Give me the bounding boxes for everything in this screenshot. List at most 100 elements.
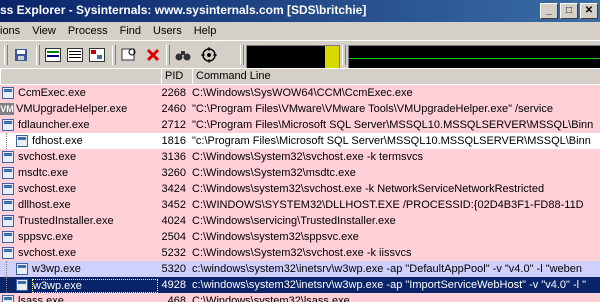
process-icon	[16, 135, 28, 147]
process-icon	[2, 183, 14, 195]
window-title: ss Explorer - Sysinternals: www.sysinter…	[0, 3, 367, 17]
process-command-line: "C:\Program Files\VMware\VMware Tools\VM…	[192, 103, 553, 115]
process-pid: 2712	[161, 119, 186, 131]
process-row[interactable]: w3wp.exe 5320 c:\windows\system32\inetsrv\…	[0, 261, 600, 277]
process-row[interactable]: lsass.exe 468 C:\Windows\system32\lsass.ex…	[0, 293, 600, 302]
toolbar	[0, 40, 600, 70]
find-window-icon[interactable]	[120, 46, 138, 64]
toolbar-grip	[4, 45, 8, 65]
tree-icon[interactable]	[88, 46, 106, 64]
process-icon	[2, 199, 14, 211]
process-command-line: C:\Windows\system32\lsass.exe	[192, 295, 350, 302]
process-row[interactable]: fdlauncher.exe 2712 "C:\Program Files\Micr…	[0, 117, 600, 133]
process-name: svchost.exe	[18, 247, 77, 259]
toolbar-separator	[240, 45, 244, 65]
process-icon	[2, 167, 14, 179]
toolbar-separator	[342, 45, 346, 65]
target-icon[interactable]	[200, 46, 218, 64]
process-name: fdhost.exe	[32, 135, 83, 147]
process-row[interactable]: sppsvc.exe 2504 C:\Windows\system32\sppsvc…	[0, 229, 600, 245]
system-info-icon[interactable]	[44, 46, 62, 64]
process-command-line: C:\Windows\SysWOW64\CCM\CcmExec.exe	[192, 87, 413, 99]
memory-graph[interactable]	[348, 45, 600, 69]
process-row[interactable]: w3wp.exe 4928 c:\windows\system32\inetsrv\…	[0, 277, 600, 293]
process-row[interactable]: dllhost.exe 3452 C:\WINDOWS\SYSTEM32\DLLHO…	[0, 197, 600, 213]
process-icon	[2, 295, 14, 302]
refresh-icon[interactable]	[66, 46, 84, 64]
process-row[interactable]: svchost.exe 3424 C:\Windows\system32\svcho…	[0, 181, 600, 197]
process-icon	[2, 231, 14, 243]
maximize-button[interactable]: □	[560, 3, 578, 19]
process-name: msdtc.exe	[18, 167, 69, 179]
process-icon	[2, 87, 14, 99]
close-button[interactable]: ✕	[580, 3, 598, 19]
pid-column-header[interactable]: PID	[161, 68, 193, 85]
process-name: VMUpgradeHelper.exe	[16, 103, 128, 115]
menu-users[interactable]: Users	[147, 25, 188, 37]
process-pid: 3136	[161, 151, 186, 163]
process-row[interactable]: fdhost.exe 1816 "c:\Program Files\Microsof…	[0, 133, 600, 149]
process-row[interactable]: msdtc.exe 3260 C:\Windows\System32\msdtc.e…	[0, 165, 600, 181]
process-name: lsass.exe	[18, 295, 64, 302]
process-icon	[2, 119, 14, 131]
toolbar-separator	[166, 45, 170, 65]
find-icon[interactable]	[174, 46, 192, 64]
save-icon[interactable]	[12, 46, 30, 64]
menu-help[interactable]: Help	[188, 25, 223, 37]
menu-view[interactable]: View	[26, 25, 62, 37]
process-row[interactable]: TrustedInstaller.exe 4024 C:\Windows\servi…	[0, 213, 600, 229]
process-command-line: C:\Windows\system32\sppsvc.exe	[192, 231, 359, 243]
tree-connector	[6, 261, 8, 277]
process-pid: 1816	[161, 135, 186, 147]
cpu-graph[interactable]	[246, 45, 340, 69]
column-header: PID Command Line	[0, 68, 600, 85]
process-command-line: c:\windows\system32\inetsrv\w3wp.exe -ap…	[192, 263, 583, 275]
menu-process[interactable]: Process	[62, 25, 114, 37]
command-line-column-header[interactable]: Command Line	[192, 68, 600, 85]
process-icon	[16, 263, 28, 275]
process-pid: 5320	[161, 263, 186, 275]
cpu-graph-fill	[325, 46, 339, 68]
menu-find[interactable]: Find	[114, 25, 147, 37]
memory-graph-line	[349, 58, 600, 59]
process-pid: 4024	[161, 215, 186, 227]
process-command-line: C:\Windows\System32\svchost.exe -k terms…	[192, 151, 424, 163]
process-pid: 2504	[161, 231, 186, 243]
menu-bar: ions View Process Find Users Help	[0, 22, 600, 40]
process-row[interactable]: svchost.exe 5232 C:\Windows\System32\svcho…	[0, 245, 600, 261]
process-icon	[2, 247, 14, 259]
process-command-line: "c:\Program Files\Microsoft SQL Server\M…	[192, 135, 591, 147]
process-pid: 2268	[161, 87, 186, 99]
process-row[interactable]: svchost.exe 3136 C:\Windows\System32\svcho…	[0, 149, 600, 165]
process-pid: 3424	[161, 183, 186, 195]
process-pid: 5232	[161, 247, 186, 259]
process-row[interactable]: CcmExec.exe 2268 C:\Windows\SysWOW64\CCM\C…	[0, 85, 600, 101]
process-name: dllhost.exe	[18, 199, 71, 211]
process-command-line: c:\windows\system32\inetsrv\w3wp.exe -ap…	[192, 279, 587, 291]
kill-process-icon[interactable]	[144, 46, 162, 64]
tree-connector	[6, 133, 8, 149]
process-name: sppsvc.exe	[18, 231, 74, 243]
window-controls: _ □ ✕	[540, 3, 598, 19]
process-icon	[16, 279, 28, 291]
tree-connector	[6, 277, 8, 293]
vmware-icon: VM	[0, 103, 14, 115]
menu-options[interactable]: ions	[0, 25, 26, 37]
process-column-header[interactable]	[0, 68, 162, 85]
process-command-line: C:\Windows\System32\svchost.exe -k iissv…	[192, 247, 412, 259]
process-name: svchost.exe	[18, 183, 77, 195]
process-command-line: C:\WINDOWS\SYSTEM32\DLLHOST.EXE /PROCESS…	[192, 199, 584, 211]
process-command-line: "C:\Program Files\Microsoft SQL Server\M…	[192, 119, 594, 131]
process-pid: 4928	[161, 279, 186, 291]
process-pid: 3260	[161, 167, 186, 179]
process-command-line: C:\Windows\system32\svchost.exe -k Netwo…	[192, 183, 545, 195]
process-name: w3wp.exe	[32, 279, 158, 293]
process-command-line: C:\Windows\servicing\TrustedInstaller.ex…	[192, 215, 396, 227]
minimize-button[interactable]: _	[540, 3, 558, 19]
process-list: CcmExec.exe 2268 C:\Windows\SysWOW64\CCM\C…	[0, 84, 600, 302]
process-command-line: C:\Windows\System32\msdtc.exe	[192, 167, 356, 179]
toolbar-separator	[112, 45, 116, 65]
toolbar-separator	[36, 45, 40, 65]
process-row[interactable]: VM VMUpgradeHelper.exe 2460 "C:\Program Fil…	[0, 101, 600, 117]
process-icon	[2, 151, 14, 163]
